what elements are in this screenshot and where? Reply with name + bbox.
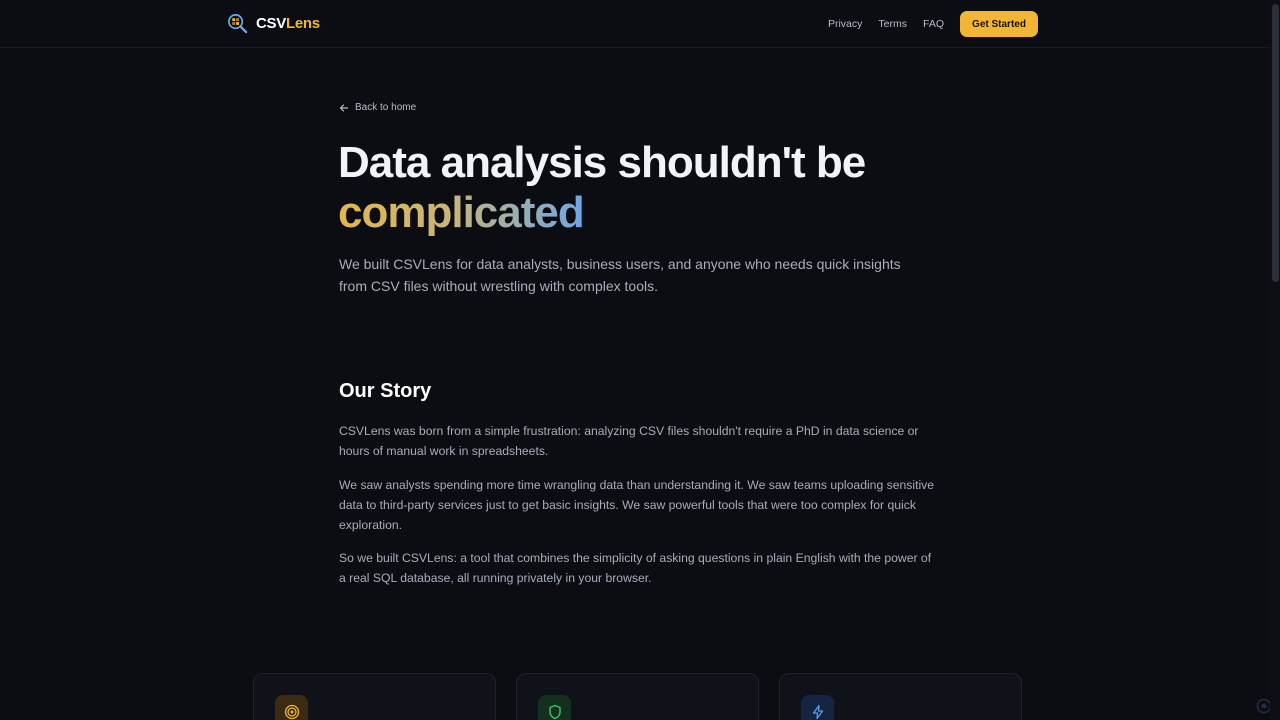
feature-card-3 xyxy=(779,673,1022,720)
nav-faq[interactable]: FAQ xyxy=(923,18,944,30)
shield-icon-badge xyxy=(538,695,571,720)
lightning-icon xyxy=(812,704,823,719)
lightning-icon-badge xyxy=(801,695,834,720)
nav-terms[interactable]: Terms xyxy=(878,18,907,30)
nav-privacy[interactable]: Privacy xyxy=(828,18,862,30)
get-started-button[interactable]: Get Started xyxy=(960,11,1038,37)
story-paragraph-1: CSVLens was born from a simple frustrati… xyxy=(339,424,919,458)
site-header: CSVLens Privacy Terms FAQ Get Started xyxy=(0,0,1270,48)
story-title: Our Story xyxy=(339,380,432,402)
hero-title: Data analysis shouldn't be complicated xyxy=(338,138,978,238)
scrollbar-thumb[interactable] xyxy=(1272,4,1279,282)
feature-card-2 xyxy=(516,673,759,720)
magnifier-grid-icon xyxy=(228,14,248,34)
back-to-home-link[interactable]: Back to home xyxy=(339,102,416,113)
page: CSVLens Privacy Terms FAQ Get Started Ba… xyxy=(0,0,1280,720)
page-scrollbar[interactable] xyxy=(1270,0,1280,720)
hero-title-line1: Data analysis shouldn't be xyxy=(338,138,866,187)
hero-title-line2: complicated xyxy=(338,188,585,237)
hero-subtitle: We built CSVLens for data analysts, busi… xyxy=(339,256,901,294)
logo[interactable]: CSVLens xyxy=(227,13,320,34)
story-paragraph-2: We saw analysts spending more time wrang… xyxy=(339,478,935,532)
shield-icon xyxy=(548,704,561,719)
main-nav: Privacy Terms FAQ Get Started xyxy=(828,11,1038,37)
target-icon-badge xyxy=(275,695,308,720)
arrow-left-icon xyxy=(339,103,349,112)
target-icon xyxy=(284,704,299,719)
story-paragraph-3: So we built CSVLens: a tool that combine… xyxy=(339,551,932,585)
logo-text: CSVLens xyxy=(256,15,320,32)
back-to-home-label: Back to home xyxy=(355,102,417,113)
feature-card-1 xyxy=(253,673,496,720)
